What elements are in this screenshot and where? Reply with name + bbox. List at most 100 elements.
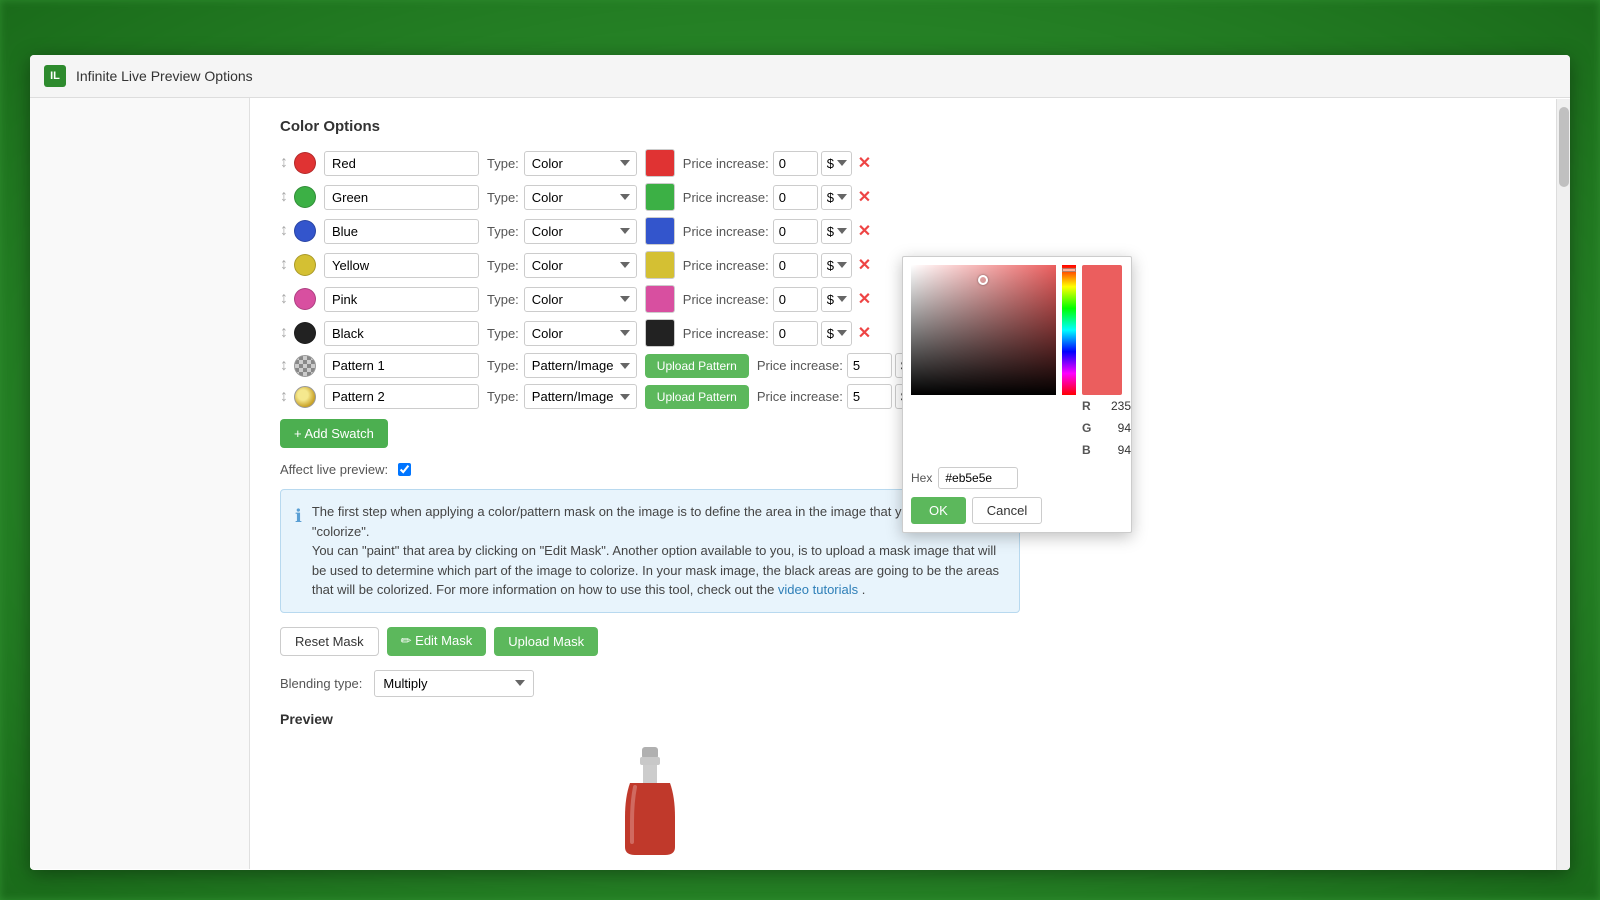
price-input-yellow[interactable]: [773, 253, 818, 278]
picker-gradient[interactable]: [911, 265, 1056, 395]
type-select-red[interactable]: ColorPattern/Image: [524, 151, 637, 176]
color-preview-yellow[interactable]: [645, 251, 675, 279]
color-preview-blue[interactable]: [645, 217, 675, 245]
type-select-green[interactable]: ColorPattern/Image: [524, 185, 637, 210]
price-input-pattern1[interactable]: [847, 353, 892, 378]
blending-label: Blending type:: [280, 676, 362, 691]
price-input-red[interactable]: [773, 151, 818, 176]
hex-label: Hex: [911, 471, 932, 485]
info-text-quote: "colorize".: [312, 524, 370, 539]
upload-mask-button[interactable]: Upload Mask: [494, 627, 598, 656]
preview-section: Preview: [280, 711, 1020, 857]
picker-hue-bar[interactable]: [1062, 265, 1076, 395]
name-input-black[interactable]: [324, 321, 479, 346]
color-row-red: ↕Type:ColorPattern/ImagePrice increase:$…: [280, 149, 1550, 177]
title-bar: IL Infinite Live Preview Options: [30, 55, 1570, 98]
edit-mask-button[interactable]: ✏ Edit Mask: [387, 627, 487, 656]
price-input-pink[interactable]: [773, 287, 818, 312]
color-swatch-yellow[interactable]: [294, 254, 316, 276]
name-input-green[interactable]: [324, 185, 479, 210]
remove-btn-blue[interactable]: ✕: [858, 221, 871, 241]
price-input-pattern2[interactable]: [847, 384, 892, 409]
drag-handle-black[interactable]: ↕: [280, 324, 288, 342]
mask-buttons: Reset Mask ✏ Edit Mask Upload Mask: [280, 627, 1020, 656]
name-input-pattern1[interactable]: [324, 353, 479, 378]
name-input-yellow[interactable]: [324, 253, 479, 278]
upload-pattern-btn-pattern1[interactable]: Upload Pattern: [645, 354, 749, 378]
drag-handle-green[interactable]: ↕: [280, 188, 288, 206]
info-text-1: The first step when applying a color/pat…: [312, 504, 962, 519]
color-preview-pink[interactable]: [645, 285, 675, 313]
info-text-2: You can "paint" that area by clicking on…: [312, 543, 999, 597]
picker-cancel-button[interactable]: Cancel: [972, 497, 1042, 524]
affect-label: Affect live preview:: [280, 462, 388, 477]
type-select-black[interactable]: ColorPattern/Image: [524, 321, 637, 346]
color-picker-popup: R 235 G 94 B 94 H: [902, 256, 1132, 533]
reset-mask-button[interactable]: Reset Mask: [280, 627, 379, 656]
preview-title: Preview: [280, 711, 1020, 727]
price-input-green[interactable]: [773, 185, 818, 210]
color-swatch-blue[interactable]: [294, 220, 316, 242]
b-label: B: [1082, 443, 1092, 457]
color-swatch-pattern1[interactable]: [294, 355, 316, 377]
picker-color-preview: [1082, 265, 1122, 395]
currency-select-yellow[interactable]: $: [821, 253, 852, 278]
r-value: 235: [1096, 399, 1131, 413]
picker-ok-button[interactable]: OK: [911, 497, 966, 524]
price-input-black[interactable]: [773, 321, 818, 346]
type-label-yellow: Type:: [487, 258, 519, 273]
remove-btn-black[interactable]: ✕: [858, 323, 871, 343]
drag-handle-red[interactable]: ↕: [280, 154, 288, 172]
remove-btn-green[interactable]: ✕: [858, 187, 871, 207]
price-input-blue[interactable]: [773, 219, 818, 244]
color-preview-green[interactable]: [645, 183, 675, 211]
remove-btn-red[interactable]: ✕: [858, 153, 871, 173]
drag-handle-pattern1[interactable]: ↕: [280, 357, 288, 375]
video-tutorials-link[interactable]: video tutorials: [778, 582, 858, 597]
drag-handle-pattern2[interactable]: ↕: [280, 388, 288, 406]
name-input-blue[interactable]: [324, 219, 479, 244]
name-input-red[interactable]: [324, 151, 479, 176]
add-swatch-label: + Add Swatch: [294, 426, 374, 441]
type-select-pattern1[interactable]: ColorPattern/Image: [524, 353, 637, 378]
currency-select-black[interactable]: $: [821, 321, 852, 346]
color-swatch-red[interactable]: [294, 152, 316, 174]
picker-g-row: G 94: [1082, 421, 1131, 435]
color-row-blue: ↕Type:ColorPattern/ImagePrice increase:$…: [280, 217, 1550, 245]
currency-select-pink[interactable]: $: [821, 287, 852, 312]
type-select-pattern2[interactable]: ColorPattern/Image: [524, 384, 637, 409]
color-swatch-green[interactable]: [294, 186, 316, 208]
picker-cursor[interactable]: [978, 275, 988, 285]
remove-btn-yellow[interactable]: ✕: [858, 255, 871, 275]
add-swatch-button[interactable]: + Add Swatch: [280, 419, 388, 448]
price-label-pattern1: Price increase:: [757, 358, 843, 373]
upload-pattern-btn-pattern2[interactable]: Upload Pattern: [645, 385, 749, 409]
color-row-green: ↕Type:ColorPattern/ImagePrice increase:$…: [280, 183, 1550, 211]
g-value: 94: [1096, 421, 1131, 435]
currency-select-green[interactable]: $: [821, 185, 852, 210]
currency-select-blue[interactable]: $: [821, 219, 852, 244]
type-select-yellow[interactable]: ColorPattern/Image: [524, 253, 637, 278]
affect-checkbox[interactable]: [398, 463, 411, 476]
drag-handle-pink[interactable]: ↕: [280, 290, 288, 308]
remove-btn-pink[interactable]: ✕: [858, 289, 871, 309]
currency-select-red[interactable]: $: [821, 151, 852, 176]
type-select-pink[interactable]: ColorPattern/Image: [524, 287, 637, 312]
scrollbar[interactable]: [1556, 99, 1570, 870]
name-input-pink[interactable]: [324, 287, 479, 312]
drag-handle-yellow[interactable]: ↕: [280, 256, 288, 274]
b-value: 94: [1096, 443, 1131, 457]
name-input-pattern2[interactable]: [324, 384, 479, 409]
color-swatch-pattern2[interactable]: [294, 386, 316, 408]
type-label-pattern2: Type:: [487, 389, 519, 404]
color-preview-black[interactable]: [645, 319, 675, 347]
scrollbar-thumb[interactable]: [1559, 107, 1569, 187]
color-preview-red[interactable]: [645, 149, 675, 177]
color-swatch-pink[interactable]: [294, 288, 316, 310]
info-text-end: .: [862, 582, 866, 597]
blending-select[interactable]: Multiply Normal Screen Overlay: [374, 670, 534, 697]
type-select-blue[interactable]: ColorPattern/Image: [524, 219, 637, 244]
drag-handle-blue[interactable]: ↕: [280, 222, 288, 240]
hex-input[interactable]: [938, 467, 1018, 489]
color-swatch-black[interactable]: [294, 322, 316, 344]
